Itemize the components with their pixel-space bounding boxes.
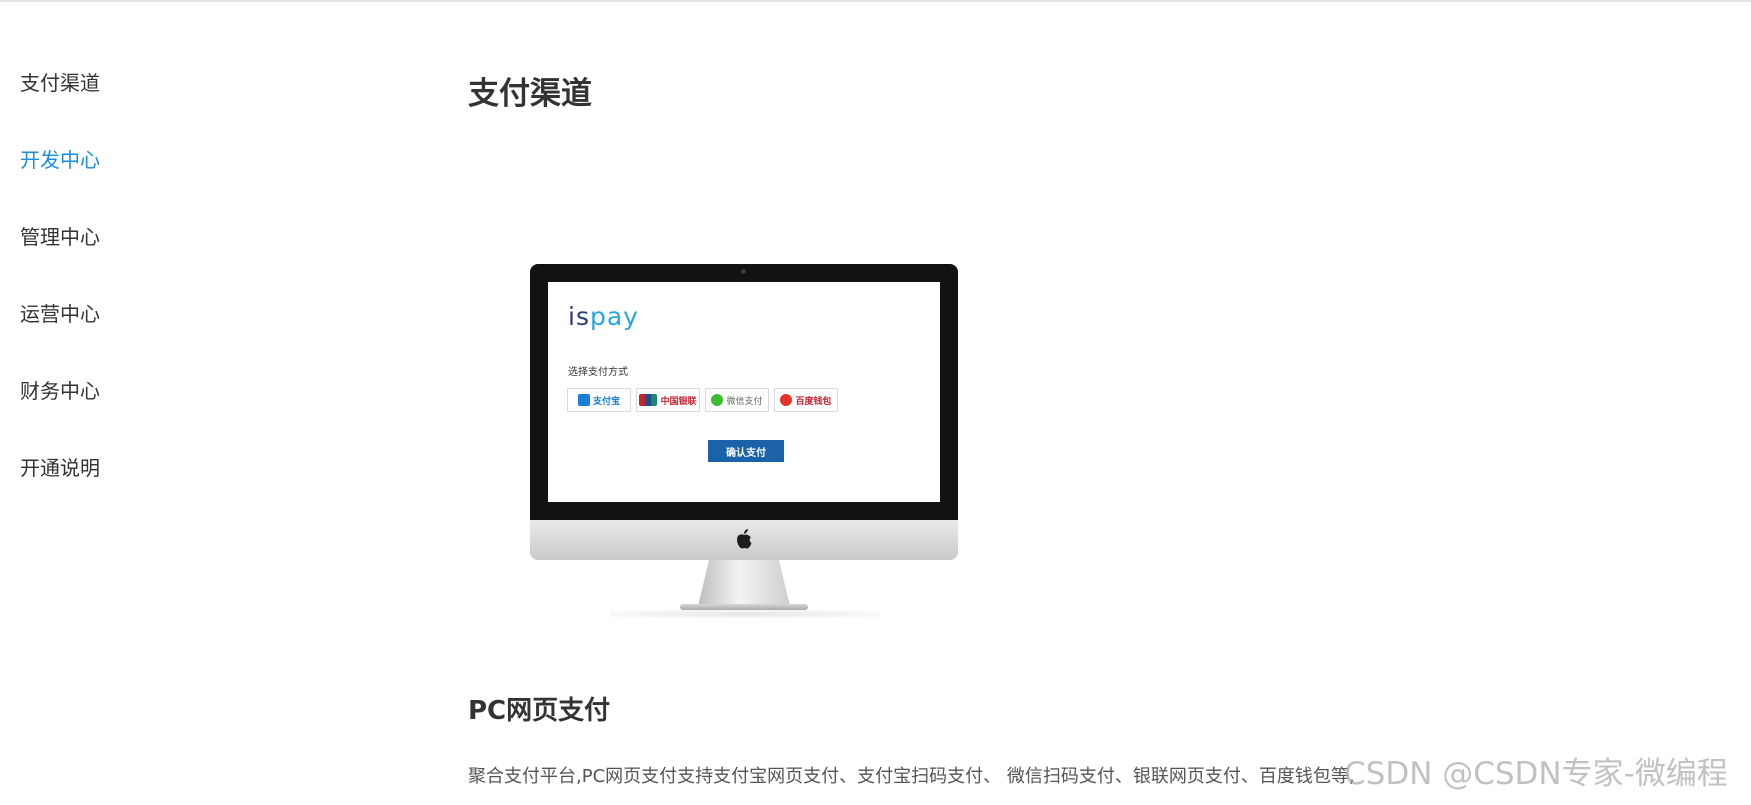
ispay-logo: ispay — [568, 302, 639, 332]
logo-is-text: is — [568, 302, 590, 331]
page-title: 支付渠道 — [468, 76, 592, 112]
unionpay-icon — [639, 394, 658, 406]
sidebar-item-dev-center[interactable]: 开发中心 — [20, 147, 180, 173]
section-description: 聚合支付平台,PC网页支付支持支付宝网页支付、支付宝扫码支付、 微信扫码支付、银… — [468, 766, 1355, 787]
imac-shadow — [610, 610, 880, 618]
csdn-watermark: CSDN @CSDN专家-微编程 — [1344, 756, 1728, 792]
imac-stand-neck — [698, 560, 790, 606]
sidebar-item-payment-channels[interactable]: 支付渠道 — [20, 70, 180, 96]
imac-bezel: ispay 选择支付方式 支付宝 中国银联 微信支付 百度钱包 确认支付 — [530, 264, 958, 520]
imac-screen: ispay 选择支付方式 支付宝 中国银联 微信支付 百度钱包 确认支付 — [548, 282, 940, 502]
sidebar-item-activation-guide[interactable]: 开通说明 — [20, 455, 180, 481]
alipay-icon — [577, 394, 590, 406]
baidu-wallet-icon — [780, 394, 793, 406]
apple-logo-icon — [737, 529, 752, 549]
payment-method-wechat[interactable]: 微信支付 — [705, 388, 769, 412]
payment-method-alipay[interactable]: 支付宝 — [567, 388, 631, 412]
section-title: PC网页支付 — [468, 696, 611, 726]
logo-pay-text: pay — [589, 302, 639, 331]
confirm-payment-button[interactable]: 确认支付 — [708, 440, 784, 462]
wechat-pay-icon — [711, 394, 724, 406]
imac-illustration: ispay 选择支付方式 支付宝 中国银联 微信支付 百度钱包 确认支付 — [530, 264, 958, 618]
payment-method-unionpay[interactable]: 中国银联 — [636, 388, 700, 412]
choose-payment-label: 选择支付方式 — [568, 367, 628, 378]
sidebar-item-operations-center[interactable]: 运营中心 — [20, 301, 180, 327]
payment-method-label: 支付宝 — [592, 396, 620, 407]
payment-method-label: 中国银联 — [660, 396, 697, 407]
sidebar-item-finance-center[interactable]: 财务中心 — [20, 378, 180, 404]
camera-icon — [741, 269, 746, 274]
payment-method-label: 百度钱包 — [795, 396, 832, 407]
imac-chin — [530, 520, 958, 560]
sidebar-item-management-center[interactable]: 管理中心 — [20, 224, 180, 250]
payment-method-label: 微信支付 — [726, 396, 763, 407]
main-content: 支付渠道 ispay 选择支付方式 支付宝 中国银联 微信支付 百度钱包 确认支… — [468, 0, 1668, 805]
sidebar-nav: 支付渠道 开发中心 管理中心 运营中心 财务中心 开通说明 — [20, 70, 180, 532]
payment-method-baidu[interactable]: 百度钱包 — [774, 388, 838, 412]
